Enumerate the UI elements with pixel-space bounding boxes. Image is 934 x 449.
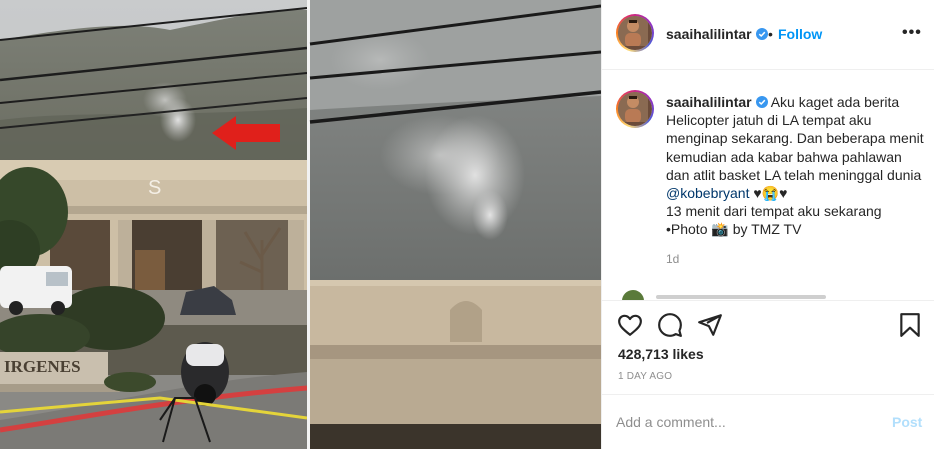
post-header: saaihalilintar • Follow ••• [602,0,934,70]
paper-plane-icon[interactable] [697,312,723,338]
mention-link[interactable]: @kobebryant [666,185,749,201]
caption-timestamp[interactable]: 1d [666,252,679,266]
caption-avatar[interactable] [616,90,654,128]
avatar-image [618,16,648,47]
separator-dot: • [768,26,773,42]
caption-line-3: •Photo 📸 by TMZ TV [666,221,802,238]
building-sign-letter: S [148,177,161,199]
like-count[interactable]: 428,713 likes [618,346,704,362]
follow-button[interactable]: Follow [778,26,822,42]
comment-bubble-icon[interactable] [657,312,683,338]
comment-input[interactable] [616,412,876,432]
stone-sign-text: IRGENES [4,357,81,376]
header-username[interactable]: saaihalilintar [666,26,768,42]
more-options-icon[interactable]: ••• [902,24,922,42]
comment-text-cutoff [656,295,826,299]
comment-row-partial [616,290,866,300]
post-sidebar: saaihalilintar • Follow ••• saaihalilint… [601,0,934,449]
post-comment-button[interactable]: Post [892,414,922,430]
post-caption: saaihalilintar Aku kaget ada berita Heli… [666,93,928,239]
verified-badge-icon [755,96,768,108]
heart-icon[interactable] [617,312,643,338]
caption-username[interactable]: saaihalilintar [666,94,752,110]
post-image: S IRGENES [0,0,601,449]
commenter-avatar[interactable] [622,290,644,300]
caption-line-2: 13 menit dari tempat aku sekarang [666,203,882,220]
avatar-image [618,92,648,123]
comment-form: Post [602,394,934,449]
verified-badge-icon [755,28,768,40]
bookmark-icon[interactable] [897,312,923,338]
post-date[interactable]: 1 DAY AGO [618,371,672,382]
avatar[interactable] [616,14,654,52]
post-photo[interactable]: S IRGENES [0,0,601,449]
action-bar [602,300,934,348]
caption-emoji: ♥😭♥ [749,185,788,202]
